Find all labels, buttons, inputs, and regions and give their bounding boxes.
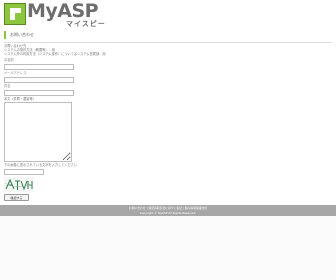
email-label: メールアドレス [4, 71, 27, 75]
message-textarea[interactable] [4, 102, 72, 162]
captcha-prompt: 下の画像に表示されている文字を入力してください [4, 163, 78, 167]
subject-field[interactable] [4, 90, 74, 96]
confirm-button[interactable]: 確認する [4, 194, 29, 201]
captcha-input[interactable] [4, 169, 44, 175]
subject-label: 件名 [4, 84, 11, 88]
message-label: 本文（質問・要望等） [4, 97, 36, 101]
footer-links[interactable]: お問い合わせ | 特定商取引法に基づく表記 | 個人情報保護方針 [0, 206, 336, 210]
name-field[interactable] [4, 64, 74, 70]
header: MyASP マイスピー [0, 0, 336, 30]
logo-subtitle: マイスピー [66, 20, 106, 28]
page-background-bottom [0, 216, 336, 280]
name-label: お名前 [4, 58, 14, 62]
logo-text[interactable]: MyASP [27, 0, 99, 22]
page-title: お問い合わせ [4, 31, 130, 39]
email-field[interactable] [4, 77, 74, 83]
note-line-3: システム外の利用方法（システム操作）についてはシステム営業部：用 [4, 52, 106, 56]
captcha-image [4, 177, 34, 192]
footer-copyright: Copyright © MyASP All Rights Reserved. [139, 210, 197, 215]
logo-icon[interactable] [4, 3, 26, 25]
divider [4, 42, 332, 43]
